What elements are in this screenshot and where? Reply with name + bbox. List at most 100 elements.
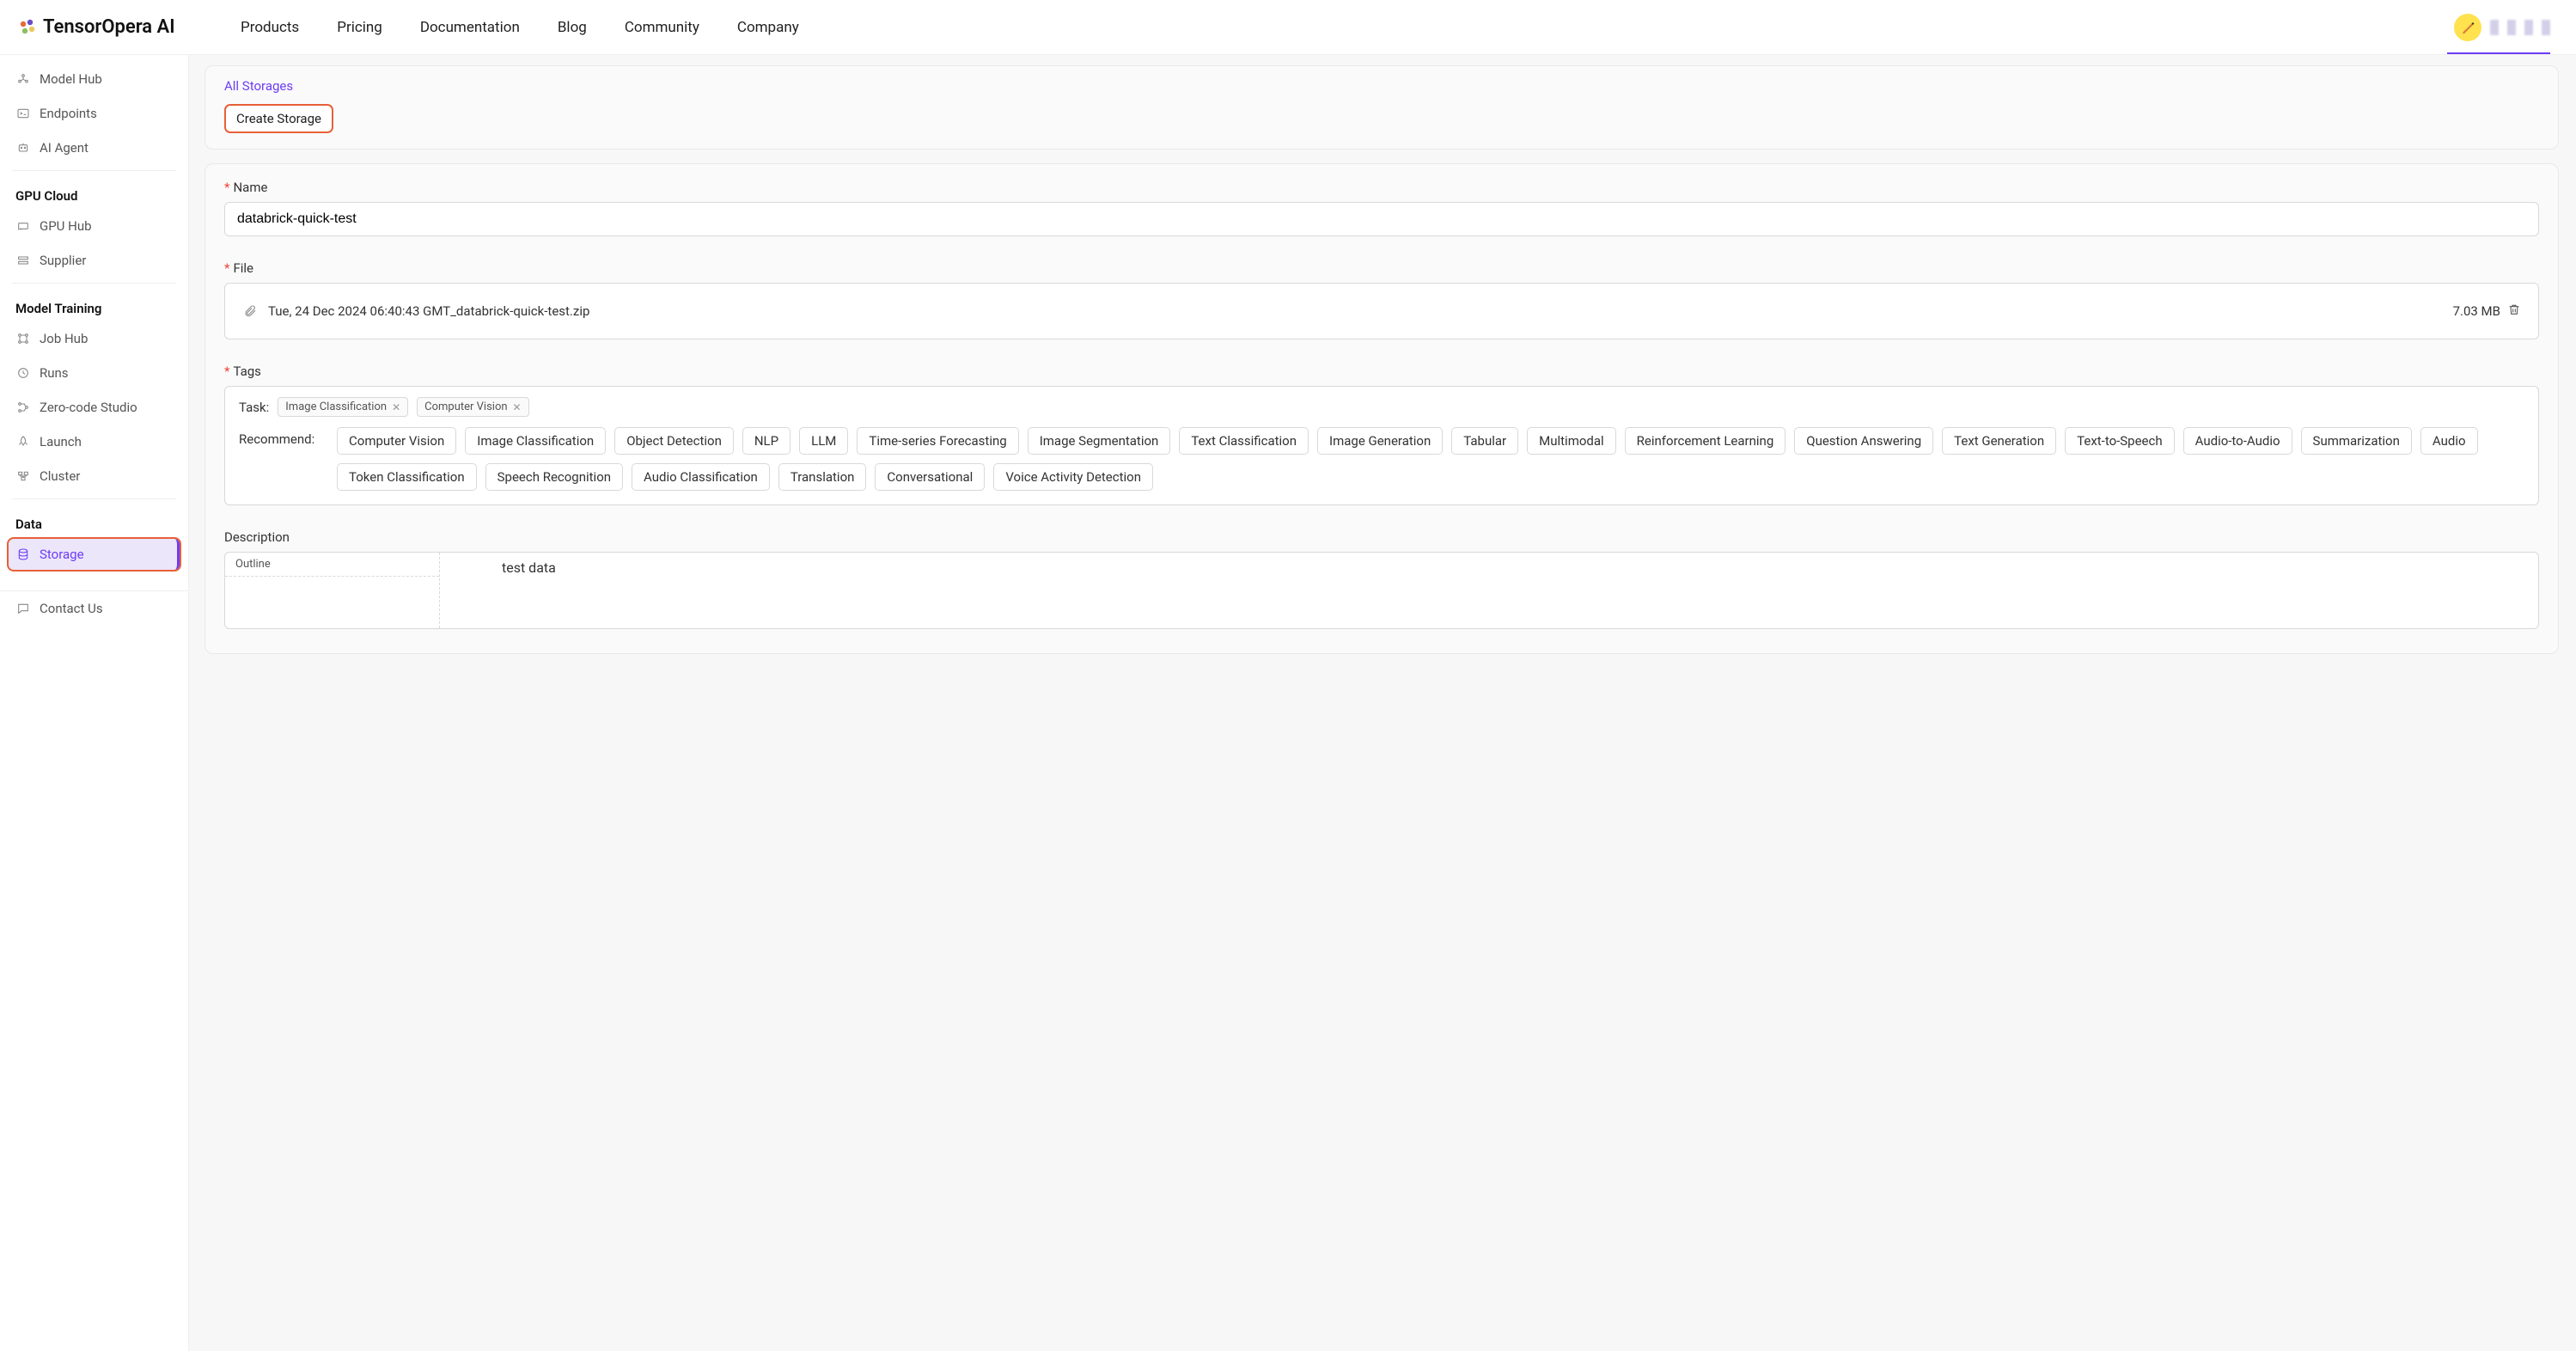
recommend-chip[interactable]: Token Classification [337, 463, 477, 491]
sidebar-item-endpoints[interactable]: Endpoints [0, 96, 188, 131]
spacer [0, 572, 188, 584]
recommend-chip[interactable]: Object Detection [614, 427, 734, 455]
form-card: * Name *File Tue, 24 Dec 2024 06:40:43 GM… [204, 163, 2559, 654]
recommend-chip[interactable]: Tabular [1451, 427, 1518, 455]
recommend-chip[interactable]: Audio [2420, 427, 2478, 455]
hub-icon [15, 71, 31, 87]
user-name-blurred [2490, 20, 2559, 35]
sidebar-item-label: GPU Hub [40, 218, 92, 234]
selected-tag-label: Image Classification [285, 400, 387, 413]
field-name: * Name [224, 180, 2539, 236]
sidebar-item-label: Contact Us [40, 601, 103, 616]
recommend-chip[interactable]: Text Classification [1179, 427, 1309, 455]
recommend-chip[interactable]: Image Classification [465, 427, 606, 455]
active-underline [2447, 52, 2550, 54]
recommend-chip[interactable]: Conversational [875, 463, 985, 491]
description-editor[interactable]: test data [440, 553, 2538, 628]
runs-icon [15, 365, 31, 381]
paperclip-icon [242, 303, 258, 319]
sidebar-item-ai-agent[interactable]: AI Agent [0, 131, 188, 165]
recommend-chip[interactable]: Image Generation [1317, 427, 1443, 455]
sidebar-item-label: Supplier [40, 253, 86, 268]
create-storage-button[interactable]: Create Storage [224, 104, 333, 133]
terminal-icon [15, 106, 31, 121]
sidebar-item-contact[interactable]: Contact Us [0, 590, 188, 626]
logo[interactable]: TensorOpera AI [17, 16, 241, 38]
storage-icon [15, 547, 31, 562]
sidebar-item-storage[interactable]: Storage [9, 539, 180, 570]
sidebar-item-label: Endpoints [40, 106, 97, 121]
sidebar-item-label: Launch [40, 434, 82, 449]
sidebar-item-cluster[interactable]: Cluster [0, 459, 188, 493]
recommend-chip[interactable]: Translation [778, 463, 867, 491]
name-label: Name [233, 180, 267, 195]
sidebar-item-label: Zero-code Studio [40, 400, 137, 415]
sidebar-item-model-hub[interactable]: Model Hub [0, 62, 188, 96]
header: TensorOpera AI Products Pricing Document… [0, 0, 2576, 55]
sidebar-item-runs[interactable]: Runs [0, 356, 188, 390]
cluster-icon [15, 468, 31, 484]
recommend-chip[interactable]: Audio Classification [632, 463, 770, 491]
sidebar-item-supplier[interactable]: Supplier [0, 243, 188, 278]
sidebar-item-job-hub[interactable]: Job Hub [0, 321, 188, 356]
name-input[interactable] [224, 202, 2539, 236]
brand-text: TensorOpera AI [43, 16, 175, 38]
field-description: Description Outline test data [224, 529, 2539, 629]
recommend-chip[interactable]: Multimodal [1527, 427, 1616, 455]
remove-tag-button[interactable]: ✕ [392, 401, 400, 413]
sidebar-header-gpu: GPU Cloud [0, 176, 188, 209]
recommend-chip[interactable]: Reinforcement Learning [1625, 427, 1786, 455]
tags-label-row: * Tags [224, 364, 2539, 379]
nav-community[interactable]: Community [625, 19, 699, 36]
avatar[interactable] [2454, 14, 2481, 41]
field-tags: * Tags Task: Image Classification ✕ Compu… [224, 364, 2539, 505]
sidebar-item-label: Runs [40, 365, 69, 381]
required-indicator: * [224, 180, 229, 195]
sidebar: Model Hub Endpoints AI Agent GPU Cloud G… [0, 55, 189, 1351]
main: All Storages Create Storage * Name *File [189, 55, 2576, 1351]
sidebar-item-label: Model Hub [40, 71, 102, 87]
nav-blog[interactable]: Blog [558, 19, 587, 36]
recommend-chip[interactable]: Audio-to-Audio [2183, 427, 2292, 455]
nav-documentation[interactable]: Documentation [420, 19, 520, 36]
task-label: Task: [239, 400, 269, 415]
recommend-chip[interactable]: Computer Vision [337, 427, 456, 455]
recommend-chip[interactable]: Image Segmentation [1028, 427, 1171, 455]
breadcrumb-all-storages[interactable]: All Storages [224, 78, 2539, 94]
divider [12, 498, 176, 499]
nav-products[interactable]: Products [241, 19, 299, 36]
supplier-icon [15, 253, 31, 268]
recommend-chip[interactable]: NLP [742, 427, 791, 455]
delete-file-button[interactable] [2507, 303, 2521, 320]
recommend-chip[interactable]: LLM [799, 427, 848, 455]
breadcrumb-card: All Storages Create Storage [204, 65, 2559, 150]
description-box: Outline test data [224, 552, 2539, 629]
tags-label: Tags [233, 364, 260, 379]
outline-header: Outline [225, 553, 439, 577]
job-icon [15, 331, 31, 346]
remove-tag-button[interactable]: ✕ [513, 401, 522, 413]
field-file: *File Tue, 24 Dec 2024 06:40:43 GMT_data… [224, 260, 2539, 339]
required-indicator: * [224, 364, 229, 379]
recommend-chip[interactable]: Text-to-Speech [2065, 427, 2175, 455]
nav-company[interactable]: Company [737, 19, 799, 36]
recommend-row: Recommend: Computer Vision Image Classifi… [239, 427, 2524, 491]
sidebar-item-launch[interactable]: Launch [0, 425, 188, 459]
file-label-row: *File [224, 260, 2539, 276]
divider [12, 283, 176, 284]
recommend-chip[interactable]: Summarization [2301, 427, 2412, 455]
layout: Model Hub Endpoints AI Agent GPU Cloud G… [0, 55, 2576, 1351]
studio-icon [15, 400, 31, 415]
selected-tag: Image Classification ✕ [278, 397, 408, 417]
recommend-chip[interactable]: Question Answering [1794, 427, 1933, 455]
sidebar-item-zero-code[interactable]: Zero-code Studio [0, 390, 188, 425]
recommend-chip[interactable]: Time-series Forecasting [857, 427, 1018, 455]
recommend-chip[interactable]: Speech Recognition [485, 463, 623, 491]
recommend-label: Recommend: [239, 427, 325, 447]
top-nav: Products Pricing Documentation Blog Comm… [241, 19, 799, 36]
sidebar-item-gpu-hub[interactable]: GPU Hub [0, 209, 188, 243]
nav-pricing[interactable]: Pricing [337, 19, 382, 36]
recommend-chip[interactable]: Voice Activity Detection [993, 463, 1153, 491]
recommend-chip[interactable]: Text Generation [1942, 427, 2056, 455]
header-right [2454, 14, 2559, 41]
